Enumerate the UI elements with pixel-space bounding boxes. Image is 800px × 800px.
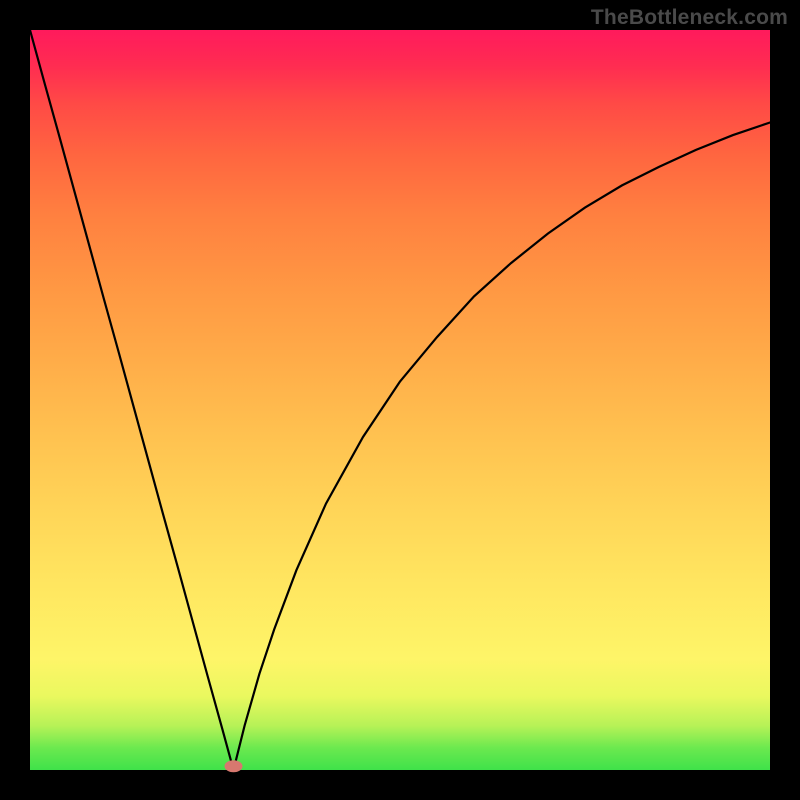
left-branch-line: [30, 30, 234, 770]
plot-area: [30, 30, 770, 770]
curve-layer: [30, 30, 770, 770]
minimum-marker: [225, 760, 243, 772]
right-branch-line: [234, 123, 771, 771]
chart-frame: TheBottleneck.com: [0, 0, 800, 800]
watermark-text: TheBottleneck.com: [591, 6, 788, 30]
